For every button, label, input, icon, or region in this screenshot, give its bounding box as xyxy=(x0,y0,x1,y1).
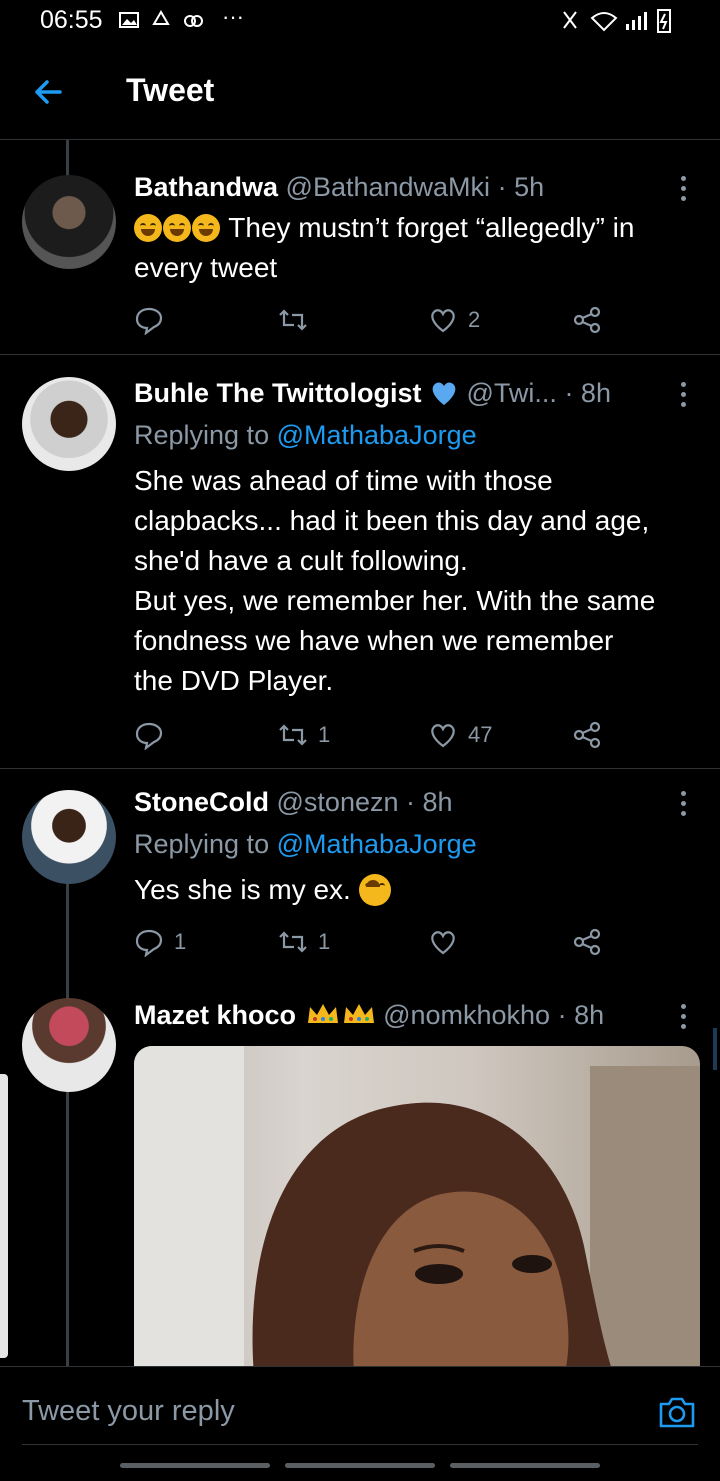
tweet-actions: 2 xyxy=(134,300,614,340)
scrollbar[interactable] xyxy=(713,1028,717,1070)
reply-icon xyxy=(135,722,163,750)
user-handle[interactable]: @stonezn xyxy=(277,787,399,817)
nav-gesture-bar[interactable] xyxy=(285,1463,435,1468)
user-handle[interactable]: @Twi... xyxy=(467,378,557,408)
more-options-icon[interactable] xyxy=(676,789,690,819)
share-icon xyxy=(573,928,601,956)
page-title: Tweet xyxy=(126,72,215,108)
thread-line xyxy=(66,1090,69,1366)
vpn-icon xyxy=(184,15,203,27)
nav-gesture-bar xyxy=(450,1463,600,1468)
display-name[interactable]: Bathandwa xyxy=(134,172,278,202)
status-time: 06:55 xyxy=(40,6,103,34)
retweet-button[interactable]: 1 xyxy=(278,922,330,962)
heart-icon xyxy=(431,931,455,955)
tweet-time: · 8h xyxy=(564,378,611,408)
reply-icon xyxy=(135,929,163,957)
signal-wifi-battery-icon xyxy=(563,9,671,33)
more-options-icon[interactable] xyxy=(676,380,690,410)
user-handle[interactable]: @nomkhokho xyxy=(383,1000,550,1030)
divider xyxy=(0,768,720,769)
like-button[interactable]: 47 xyxy=(428,715,492,755)
tweet-time: · 5h xyxy=(497,172,545,202)
avatar[interactable] xyxy=(22,175,116,269)
crown-emoji-icon xyxy=(343,1004,374,1023)
rofl-emoji-icon xyxy=(192,214,220,242)
more-options-icon[interactable] xyxy=(676,1002,690,1032)
tweet-text: They mustn’t forget “allegedly” in every… xyxy=(134,212,635,283)
reply-composer: Tweet your reply xyxy=(0,1366,720,1481)
like-button[interactable] xyxy=(428,922,468,962)
retweet-icon xyxy=(279,724,307,746)
gallery-icon xyxy=(119,12,139,28)
status-bar: 06:55 ··· xyxy=(0,0,720,44)
tweet-header: Mazet khoco @nomkhokho · 8h xyxy=(134,1000,604,1031)
tweet-time: · 8h xyxy=(557,1000,605,1030)
retweet-icon xyxy=(279,931,307,953)
tweet-actions: 1 1 xyxy=(134,922,614,962)
mention-link[interactable]: @MathabaJorge xyxy=(277,829,477,859)
reply-icon xyxy=(135,307,163,335)
nav-gesture-bar xyxy=(120,1463,270,1468)
system-status-icons xyxy=(562,8,682,40)
avatar[interactable] xyxy=(22,377,116,471)
edge-panel-handle[interactable] xyxy=(0,1074,8,1358)
heart-emoji-icon xyxy=(432,382,456,405)
top-app-bar: Tweet xyxy=(0,44,720,140)
avatar[interactable] xyxy=(22,998,116,1092)
tweet-media-image[interactable] xyxy=(134,1046,700,1376)
share-button[interactable] xyxy=(572,922,602,962)
share-icon xyxy=(573,306,601,334)
upside-down-face-emoji-icon xyxy=(358,874,391,906)
back-arrow-icon[interactable] xyxy=(30,74,66,110)
retweet-icon xyxy=(279,309,307,331)
display-name[interactable]: Mazet khoco xyxy=(134,1000,296,1030)
tweet-header: Buhle The Twittologist @Twi... · 8h xyxy=(134,378,611,409)
reply-input[interactable]: Tweet your reply xyxy=(22,1395,235,1428)
like-button[interactable]: 2 xyxy=(428,300,480,340)
reply-button[interactable] xyxy=(134,300,174,340)
thread-line xyxy=(66,140,69,176)
retweet-button[interactable]: 1 xyxy=(278,715,330,755)
thread-line xyxy=(66,882,69,1000)
rofl-emoji-icon xyxy=(134,214,162,242)
reply-button[interactable] xyxy=(134,715,174,755)
share-button[interactable] xyxy=(572,300,602,340)
display-name[interactable]: StoneCold xyxy=(134,787,269,817)
tweet-text: She was ahead of time with those clapbac… xyxy=(134,465,656,696)
more-status-icon: ··· xyxy=(222,4,244,29)
tweet-actions: 1 47 xyxy=(134,715,614,755)
mention-link[interactable]: @MathabaJorge xyxy=(277,420,477,450)
replying-to: Replying to @MathabaJorge xyxy=(134,420,477,450)
replying-to: Replying to @MathabaJorge xyxy=(134,829,477,859)
tweet-text: Yes she is my ex. xyxy=(134,870,704,910)
display-name[interactable]: Buhle The Twittologist xyxy=(134,378,421,408)
avatar[interactable] xyxy=(22,790,116,884)
input-underline xyxy=(22,1444,698,1445)
recycle-icon xyxy=(152,10,170,25)
heart-icon xyxy=(431,309,455,333)
user-handle[interactable]: @BathandwaMki xyxy=(286,172,491,202)
more-options-icon[interactable] xyxy=(676,174,690,204)
media-photo xyxy=(134,1046,700,1376)
divider xyxy=(0,354,720,355)
share-icon xyxy=(573,721,601,749)
reply-button[interactable]: 1 xyxy=(134,922,186,962)
tweet-header: Bathandwa @BathandwaMki · 5h xyxy=(134,172,544,203)
share-button[interactable] xyxy=(572,715,602,755)
tweet-time: · 8h xyxy=(406,787,453,817)
heart-icon xyxy=(431,724,455,748)
retweet-button[interactable] xyxy=(278,300,318,340)
tweet-header: StoneCold @stonezn · 8h xyxy=(134,787,453,818)
camera-icon[interactable] xyxy=(658,1395,696,1429)
crown-emoji-icon xyxy=(307,1004,338,1023)
rofl-emoji-icon xyxy=(163,214,191,242)
